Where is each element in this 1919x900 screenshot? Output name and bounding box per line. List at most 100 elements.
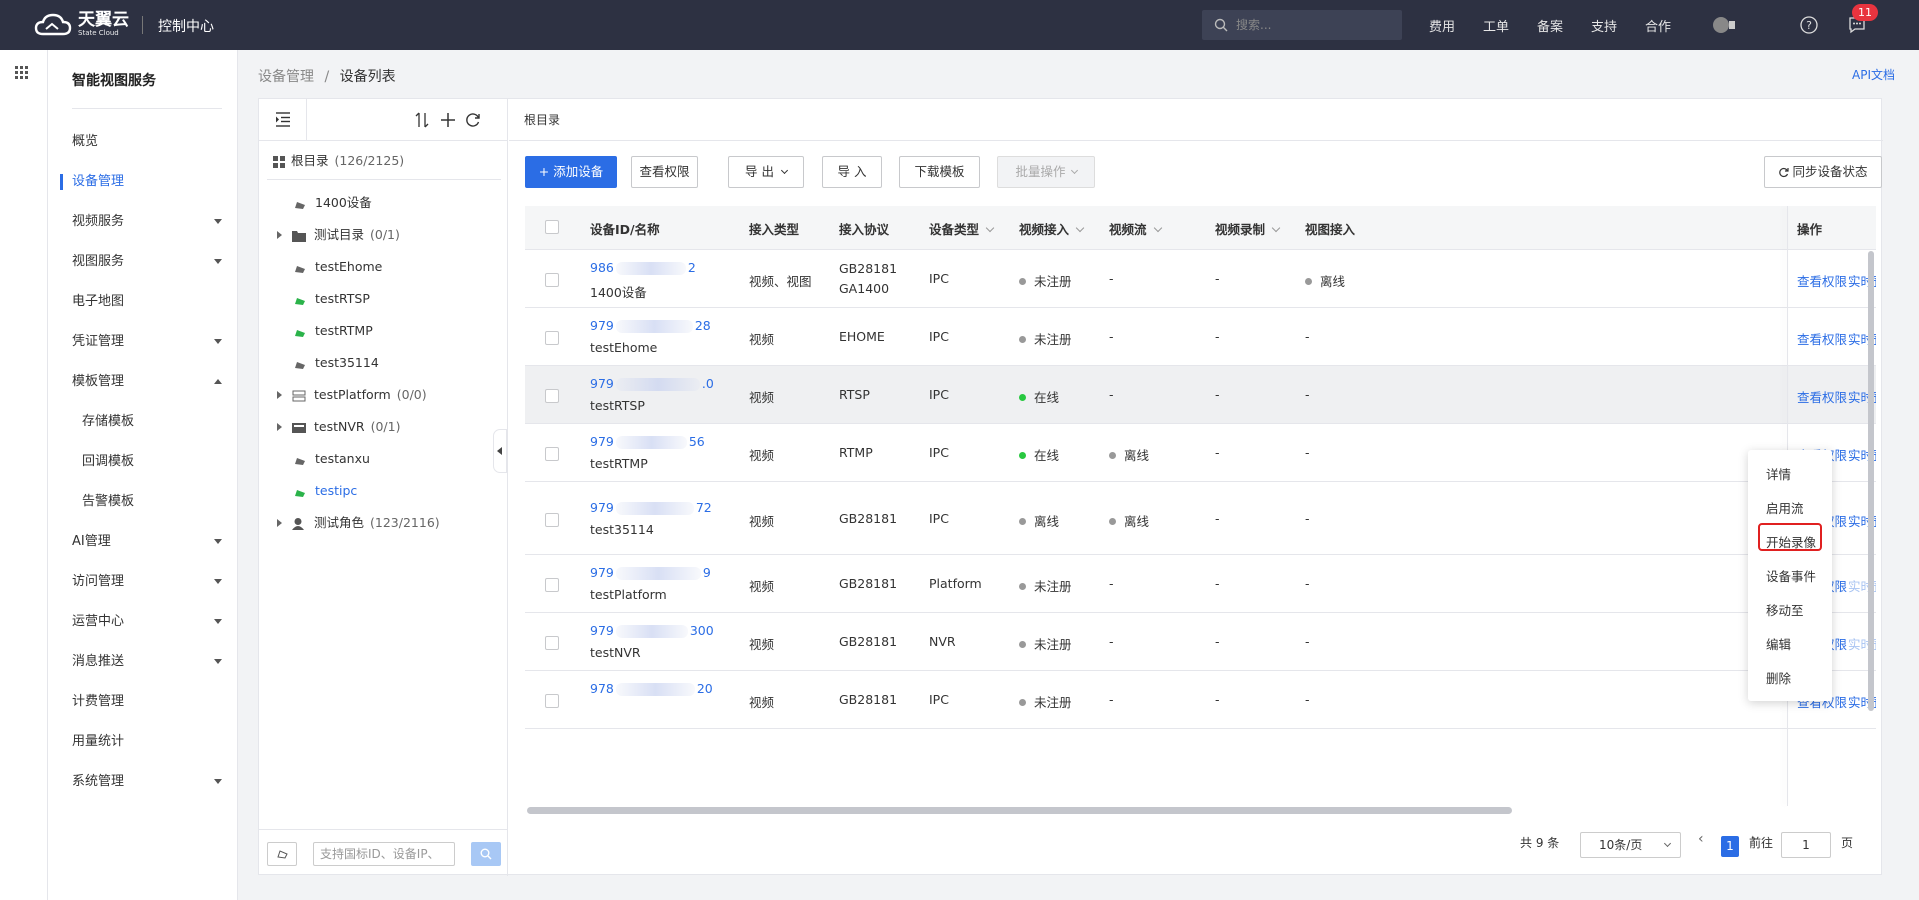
nav-filing[interactable]: 备案 [1537,16,1563,35]
tree-node-testanxu[interactable]: testanxu [293,449,370,469]
sidebar-item-map[interactable]: 电子地图 [72,292,222,312]
batch-operation-button[interactable]: 批量操作 [997,156,1095,188]
sort-icon[interactable] [415,112,429,128]
tree-node-testehome[interactable]: testEhome [293,257,382,277]
row-checkbox[interactable] [545,389,559,403]
row-checkbox[interactable] [545,636,559,650]
vertical-scrollbar[interactable] [1868,251,1874,711]
logo[interactable]: 天翼云 State Cloud [34,12,129,37]
caret-right-icon[interactable] [277,423,282,431]
device-id-link[interactable]: 979 72 [590,500,712,515]
nav-fee[interactable]: 费用 [1429,16,1455,35]
sidebar-item-callback-template[interactable]: 回调模板 [82,452,232,472]
sidebar-item-operations[interactable]: 运营中心 [72,612,222,632]
sidebar-item-access[interactable]: 访问管理 [72,572,222,592]
collapse-tree-button[interactable] [493,429,507,473]
sidebar-item-label: 设备管理 [72,174,125,189]
svg-text:?: ? [1806,19,1812,32]
menu-item-edit[interactable]: 编辑 [1766,634,1791,653]
device-id-link[interactable]: 979 28 [590,318,711,333]
apps-grid-icon[interactable] [15,66,29,80]
tree-node-test35114[interactable]: test35114 [293,353,379,373]
device-id-link[interactable]: 979 56 [590,434,705,449]
menu-item-delete[interactable]: 删除 [1766,668,1791,687]
tree-search-button[interactable] [471,842,501,866]
breadcrumb-parent[interactable]: 设备管理 [258,69,314,85]
device-id-link[interactable]: 978 20 [590,681,713,696]
refresh-icon[interactable] [465,112,481,128]
row-checkbox[interactable] [545,331,559,345]
sidebar-item-video-service[interactable]: 视频服务 [72,212,222,232]
device-id-link[interactable]: 986 2 [590,260,696,275]
row-checkbox[interactable] [545,694,559,708]
tree-search-input[interactable]: 支持国标ID、设备IP、 [313,842,455,866]
sidebar-item-system[interactable]: 系统管理 [72,772,222,792]
prev-page-button[interactable]: ‹ [1698,831,1704,847]
row-checkbox[interactable] [545,447,559,461]
tree-toggle-button[interactable] [259,99,307,141]
page-1-button[interactable]: 1 [1721,836,1739,857]
menu-item-device-events[interactable]: 设备事件 [1766,566,1816,585]
help-icon[interactable]: ? [1800,16,1818,34]
device-id-link[interactable]: 979 9 [590,565,711,580]
add-device-button[interactable]: + 添加设备 [525,156,617,188]
view-permission-link[interactable]: 查看权限 [1797,329,1847,348]
select-all-checkbox[interactable] [545,220,559,234]
tree-node-test-role[interactable]: 测试角色 (123/2116) [277,513,440,533]
menu-item-start-recording[interactable]: 开始录像 [1766,532,1816,551]
row-checkbox[interactable] [545,273,559,287]
tree-node-testnvr[interactable]: testNVR (0/1) [277,417,400,437]
menu-item-details[interactable]: 详情 [1766,464,1791,483]
sidebar-item-view-service[interactable]: 视图服务 [72,252,222,272]
sync-status-button[interactable]: 同步设备状态 [1764,156,1882,188]
goto-page-input[interactable]: 1 [1781,832,1831,858]
sidebar-item-messages[interactable]: 消息推送 [72,652,222,672]
caret-right-icon[interactable] [277,391,282,399]
sidebar-item-device-management[interactable]: 设备管理 [60,172,222,192]
tree-node-1400[interactable]: 1400设备 [293,193,372,213]
sidebar-item-overview[interactable]: 概览 [72,132,222,152]
sidebar-item-storage-template[interactable]: 存储模板 [82,412,232,432]
view-permission-link[interactable]: 查看权限 [1797,271,1847,290]
tree-root[interactable]: 根目录 (126/2125) [273,151,404,171]
caret-right-icon[interactable] [277,519,282,527]
tree-node-testrtsp[interactable]: testRTSP [293,289,370,309]
filter-button[interactable] [267,842,297,866]
tree-node-testplatform[interactable]: testPlatform (0/0) [277,385,427,405]
device-id-link[interactable]: 979 300 [590,623,714,638]
sidebar-item-ai[interactable]: AI管理 [72,532,222,552]
device-id-link[interactable]: 979.0 [590,376,714,391]
export-button[interactable]: 导 出 [728,156,804,188]
col-video-access[interactable]: 视频接入 [1019,219,1085,238]
nav-ticket[interactable]: 工单 [1483,16,1509,35]
import-button[interactable]: 导 入 [822,156,882,188]
caret-right-icon[interactable] [277,231,282,239]
sidebar-item-billing[interactable]: 计费管理 [72,692,222,712]
col-video-stream[interactable]: 视频流 [1109,219,1162,238]
horizontal-scrollbar[interactable] [527,807,1512,814]
console-link[interactable]: 控制中心 [158,16,214,36]
menu-item-move-to[interactable]: 移动至 [1766,600,1804,619]
view-permission-button[interactable]: 查看权限 [631,156,698,188]
col-device-type[interactable]: 设备类型 [929,219,995,238]
menu-item-enable-stream[interactable]: 启用流 [1766,498,1804,517]
sidebar-item-credential[interactable]: 凭证管理 [72,332,222,352]
global-search-input[interactable]: 搜索... [1202,10,1402,40]
tree-node-testrtmp[interactable]: testRTMP [293,321,373,341]
nav-support[interactable]: 支持 [1591,16,1617,35]
add-icon[interactable] [441,113,455,127]
page-size-select[interactable]: 10条/页 [1580,832,1681,858]
tree-node-testipc[interactable]: testipc [293,481,357,501]
tree-node-test-dir[interactable]: 测试目录 (0/1) [277,225,400,245]
sidebar-item-usage[interactable]: 用量统计 [72,732,222,752]
avatar-icon[interactable] [1712,15,1742,35]
row-checkbox[interactable] [545,513,559,527]
nav-partner[interactable]: 合作 [1645,16,1671,35]
row-checkbox[interactable] [545,578,559,592]
download-template-button[interactable]: 下载模板 [899,156,980,188]
view-permission-link[interactable]: 查看权限 [1797,387,1847,406]
sidebar-item-alarm-template[interactable]: 告警模板 [82,492,232,512]
api-doc-link[interactable]: API文档 [1852,66,1895,83]
sidebar-item-template[interactable]: 模板管理 [72,372,222,392]
col-recording[interactable]: 视频录制 [1215,219,1281,238]
